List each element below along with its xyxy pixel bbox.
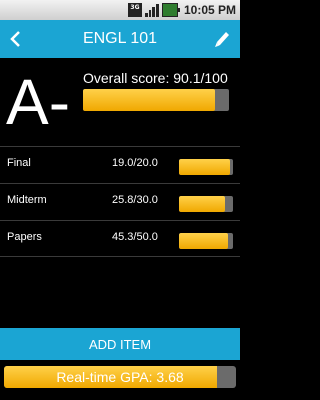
- app-header: ENGL 101: [0, 20, 240, 58]
- item-name: Final: [7, 157, 31, 169]
- 3g-icon: 3G: [127, 3, 142, 17]
- item-name: Midterm: [7, 194, 47, 206]
- status-time: 10:05 PM: [183, 3, 236, 17]
- item-score: 19.0/20.0: [112, 157, 158, 169]
- item-progress-bar: [179, 196, 233, 212]
- overall-score-bar: [83, 89, 229, 111]
- chevron-left-icon: [10, 31, 20, 47]
- page-title: ENGL 101: [82, 30, 158, 47]
- edit-button[interactable]: [214, 29, 232, 49]
- list-item[interactable]: Midterm 25.8/30.0: [0, 183, 240, 220]
- item-progress-bar: [179, 233, 233, 249]
- gpa-label: Real-time GPA: 3.68: [56, 369, 184, 385]
- status-bar: 3G 10:05 PM: [0, 0, 240, 20]
- item-name: Papers: [7, 231, 42, 243]
- overall-score-label: Overall score: 90.1/100: [83, 70, 228, 86]
- add-item-button[interactable]: ADD ITEM: [0, 328, 240, 360]
- list-item[interactable]: Papers 45.3/50.0: [0, 220, 240, 257]
- list-item[interactable]: Final 19.0/20.0: [0, 146, 240, 183]
- item-score: 25.8/30.0: [112, 194, 158, 206]
- battery-icon: [161, 3, 180, 17]
- signal-icon: [144, 3, 159, 17]
- pencil-icon: [215, 32, 229, 47]
- letter-grade: A-: [6, 66, 70, 138]
- gpa-bar: Real-time GPA: 3.68: [4, 366, 236, 388]
- item-progress-bar: [179, 159, 233, 175]
- item-score: 45.3/50.0: [112, 231, 158, 243]
- back-button[interactable]: [8, 29, 24, 49]
